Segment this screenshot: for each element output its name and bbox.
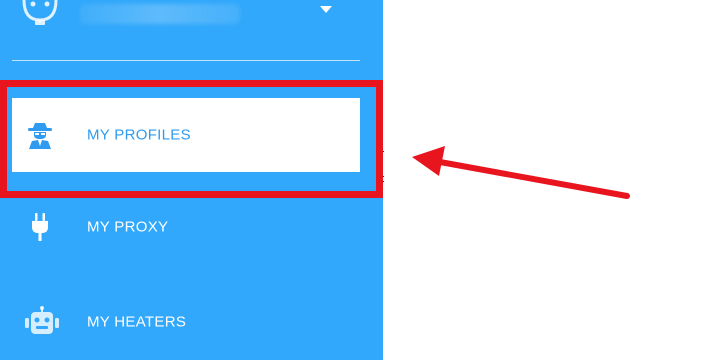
divider: [12, 60, 360, 61]
sidebar-item-label: MY HEATERS: [87, 313, 187, 331]
highlight-annotation-box: [0, 80, 383, 198]
sidebar-item-my-heaters[interactable]: MY HEATERS: [0, 292, 383, 352]
sidebar-item-my-proxy[interactable]: MY PROXY: [0, 197, 383, 257]
username-redacted: [80, 4, 240, 24]
plug-icon: [24, 211, 56, 243]
robot-icon: [24, 306, 59, 338]
user-menu[interactable]: [0, 0, 383, 44]
robot-face-icon: [20, 0, 60, 33]
caret-down-icon[interactable]: [319, 2, 333, 20]
sidebar-item-label: MY PROXY: [87, 218, 169, 236]
